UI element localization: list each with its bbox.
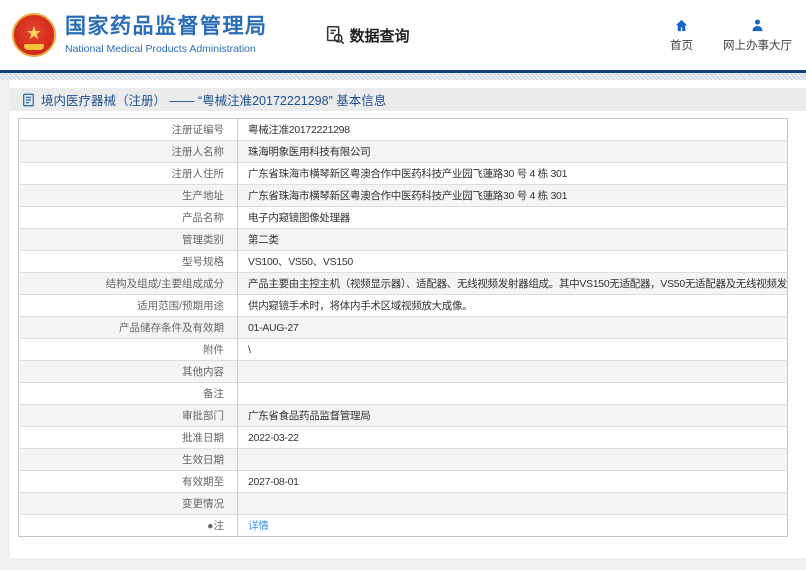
table-row: 产品储存条件及有效期 01-AUG-27 bbox=[18, 316, 788, 339]
row-value: 珠海明象医用科技有限公司 bbox=[237, 140, 788, 163]
row-value: 供内窥镜手术时，将体内手术区域视频放大成像。 bbox=[237, 294, 788, 317]
row-label: 备注 bbox=[18, 382, 238, 405]
table-row: 批准日期 2022-03-22 bbox=[18, 426, 788, 449]
table-row: 注册人住所 广东省珠海市横琴新区粤澳合作中医药科技产业园飞蓮路30 号 4 栋 3… bbox=[18, 162, 788, 185]
row-value bbox=[237, 360, 788, 383]
row-value: VS100、VS50、VS150 bbox=[237, 250, 788, 273]
row-label: 批准日期 bbox=[18, 426, 238, 449]
table-row: 型号规格 VS100、VS50、VS150 bbox=[18, 250, 788, 273]
row-value: 详情 bbox=[238, 515, 788, 537]
detail-link[interactable]: 详情 bbox=[248, 520, 269, 532]
divider-stripe bbox=[0, 73, 806, 80]
row-label: 注册人住所 bbox=[18, 162, 238, 185]
row-label: 其他内容 bbox=[18, 360, 238, 383]
row-value: 01-AUG-27 bbox=[237, 316, 788, 339]
row-value bbox=[237, 492, 788, 515]
row-value bbox=[237, 382, 788, 405]
row-value: 第二类 bbox=[237, 228, 788, 251]
home-icon bbox=[675, 19, 688, 31]
row-label: 生产地址 bbox=[18, 184, 238, 207]
row-label: 型号规格 bbox=[18, 250, 238, 273]
info-table: 注册证编号 粤械注准20172221298 注册人名称 珠海明象医用科技有限公司 注册人… bbox=[18, 118, 788, 537]
agency-name-cn: 国家药品监督管理局 bbox=[65, 15, 268, 39]
table-row: 管理类别 第二类 bbox=[18, 228, 788, 251]
row-value: 广东省珠海市横琴新区粤澳合作中医药科技产业园飞蓮路30 号 4 栋 301 bbox=[237, 162, 788, 185]
brand: ★ 国家药品监督管理局 National Medical Products Ad… bbox=[12, 13, 268, 57]
table-row: 注册人名称 珠海明象医用科技有限公司 bbox=[18, 140, 788, 163]
top-nav: 首页 网上办事大厅 bbox=[670, 18, 792, 53]
row-label: 结构及组成/主要组成成分 bbox=[18, 272, 238, 295]
person-icon bbox=[752, 19, 763, 31]
table-row: 有效期至 2027-08-01 bbox=[18, 470, 788, 493]
table-row: 变更情况 bbox=[18, 492, 788, 515]
table-row: 备注 bbox=[18, 382, 788, 405]
data-query-label: 数据查询 bbox=[349, 27, 410, 45]
data-query-section-title: 数据查询 bbox=[324, 24, 410, 46]
row-label: 有效期至 bbox=[18, 470, 238, 493]
nav-online-service-hall[interactable]: 网上办事大厅 bbox=[723, 18, 792, 53]
emblem-star-icon: ★ bbox=[25, 23, 43, 43]
table-row: 审批部门 广东省食品药品监督管理局 bbox=[18, 404, 788, 427]
table-row: 生效日期 bbox=[18, 448, 788, 471]
row-value: 广东省食品药品监督管理局 bbox=[237, 404, 788, 427]
table-row: 结构及组成/主要组成成分 产品主要由主控主机（视频显示器）、适配器、无线视频发射器… bbox=[18, 272, 788, 295]
row-value: 电子内窥镜图像处理器 bbox=[237, 206, 788, 229]
table-row: 其他内容 bbox=[18, 360, 788, 383]
row-value: 2027-08-01 bbox=[237, 470, 788, 493]
row-label: 变更情况 bbox=[18, 492, 238, 515]
row-label: 产品名称 bbox=[18, 206, 238, 229]
nav-home[interactable]: 首页 bbox=[670, 18, 693, 53]
row-value: 广东省珠海市横琴新区粤澳合作中医药科技产业园飞蓮路30 号 4 栋 301 bbox=[237, 184, 788, 207]
table-row: 适用范围/预期用途 供内窥镜手术时，将体内手术区域视频放大成像。 bbox=[18, 294, 788, 317]
row-label: 生效日期 bbox=[18, 448, 238, 471]
nav-home-label: 首页 bbox=[670, 39, 693, 52]
row-label: 审批部门 bbox=[18, 404, 238, 427]
row-value: 产品主要由主控主机（视频显示器）、适配器、无线视频发射器组成。其中VS150无适… bbox=[237, 272, 788, 295]
document-search-icon bbox=[326, 25, 344, 45]
row-label: 附件 bbox=[18, 338, 238, 361]
row-label: 管理类别 bbox=[18, 228, 238, 251]
row-value: \ bbox=[237, 338, 788, 361]
breadcrumb: 境内医疗器械（注册） —— “粤械注准20172221298” 基本信息 bbox=[10, 88, 806, 111]
row-label: 产品储存条件及有效期 bbox=[18, 316, 238, 339]
page-title: 境内医疗器械（注册） —— “粤械注准20172221298” 基本信息 bbox=[41, 94, 387, 108]
table-row: 附件 \ bbox=[18, 338, 788, 361]
row-value: 2022-03-22 bbox=[237, 426, 788, 449]
brand-text: 国家药品监督管理局 National Medical Products Admi… bbox=[65, 15, 268, 54]
table-row: 产品名称 电子内窥镜图像处理器 bbox=[18, 206, 788, 229]
table-row: ●注 详情 bbox=[18, 514, 788, 537]
row-label: 注册证编号 bbox=[18, 118, 238, 141]
agency-name-en: National Medical Products Administration bbox=[65, 42, 256, 55]
site-header: ★ 国家药品监督管理局 National Medical Products Ad… bbox=[0, 0, 806, 70]
content: 境内医疗器械（注册） —— “粤械注准20172221298” 基本信息 注册证… bbox=[10, 80, 806, 558]
row-label: ●注 bbox=[18, 514, 238, 537]
table-row: 生产地址 广东省珠海市横琴新区粤澳合作中医药科技产业园飞蓮路30 号 4 栋 30… bbox=[18, 184, 788, 207]
row-label: 适用范围/预期用途 bbox=[18, 294, 238, 317]
row-value bbox=[237, 448, 788, 471]
document-icon bbox=[23, 93, 34, 106]
table-row: 注册证编号 粤械注准20172221298 bbox=[18, 118, 788, 141]
nav-service-hall-label: 网上办事大厅 bbox=[723, 39, 792, 52]
row-label: 注册人名称 bbox=[18, 140, 238, 163]
row-value: 粤械注准20172221298 bbox=[237, 118, 788, 141]
national-emblem-logo: ★ bbox=[12, 13, 56, 57]
